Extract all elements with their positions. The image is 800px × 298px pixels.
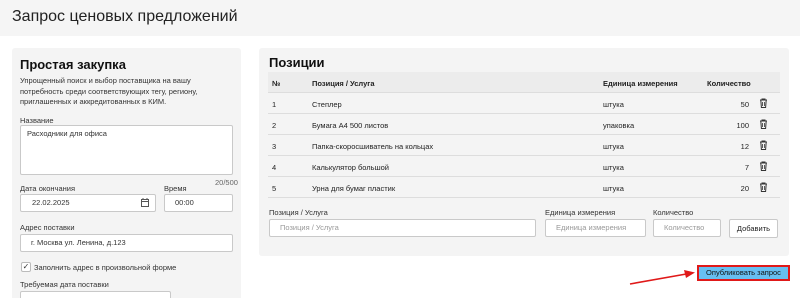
trash-icon[interactable]	[759, 98, 769, 109]
col-unit: Единица измерения	[603, 79, 678, 88]
table-row: 3 Папка-скоросшиватель на кольцах штука …	[268, 135, 780, 156]
add-qty-placeholder: Количество	[664, 223, 705, 232]
publish-request-button[interactable]: Опубликовать запрос	[697, 265, 790, 281]
page-header: Запрос ценовых предложений	[0, 0, 800, 36]
row-item: Калькулятор большой	[312, 163, 389, 172]
row-item: Бумага А4 500 листов	[312, 121, 389, 130]
row-num: 1	[272, 100, 277, 109]
free-address-label: Заполнить адрес в произвольной форме	[34, 263, 177, 272]
table-row: 2 Бумага А4 500 листов упаковка 100	[268, 114, 780, 135]
add-item-label: Позиция / Услуга	[269, 208, 328, 217]
row-item: Степлер	[312, 100, 342, 109]
table-header: № Позиция / Услуга Единица измерения Кол…	[268, 72, 780, 93]
add-qty-label: Количество	[653, 208, 694, 217]
end-date-value: 22.02.2025	[32, 198, 70, 207]
row-qty: 7	[744, 163, 749, 172]
time-label: Время	[164, 184, 187, 193]
row-qty: 20	[740, 184, 749, 193]
add-unit-placeholder: Единица измерения	[556, 223, 627, 232]
row-item: Папка-скоросшиватель на кольцах	[312, 142, 434, 151]
end-date-label: Дата окончания	[20, 184, 76, 193]
col-num: №	[272, 79, 281, 88]
trash-icon[interactable]	[759, 161, 769, 172]
row-num: 4	[272, 163, 277, 172]
row-unit: штука	[603, 100, 624, 109]
row-qty: 100	[736, 121, 749, 130]
name-textarea[interactable]: Расходники для офиса	[20, 125, 233, 175]
panel-title: Простая закупка	[20, 57, 126, 72]
name-counter: 20/500	[215, 178, 238, 187]
add-unit-label: Единица измерения	[545, 208, 616, 217]
row-num: 3	[272, 142, 277, 151]
name-label: Название	[20, 116, 54, 125]
simple-purchase-panel: Простая закупка Упрощенный поиск и выбор…	[12, 48, 241, 298]
add-button[interactable]: Добавить	[729, 219, 778, 238]
arrow-icon	[629, 270, 695, 285]
row-qty: 12	[740, 142, 749, 151]
row-unit: штука	[603, 142, 624, 151]
time-input[interactable]: 00:00	[164, 194, 233, 212]
table-row: 1 Степлер штука 50	[268, 93, 780, 114]
end-date-input[interactable]: 22.02.2025	[20, 194, 156, 212]
calendar-icon[interactable]	[141, 198, 149, 209]
add-qty-input[interactable]: Количество	[653, 219, 721, 237]
add-unit-input[interactable]: Единица измерения	[545, 219, 646, 237]
address-label: Адрес поставки	[20, 223, 75, 232]
check-icon: ✓	[22, 262, 30, 271]
col-item: Позиция / Услуга	[312, 79, 375, 88]
required-delivery-input[interactable]	[20, 291, 171, 298]
page-title: Запрос ценовых предложений	[12, 8, 238, 25]
row-unit: штука	[603, 184, 624, 193]
panel-description: Упрощенный поиск и выбор поставщика на в…	[20, 76, 198, 106]
required-delivery-label: Требуемая дата поставки	[20, 280, 109, 289]
table-row: 4 Калькулятор большой штука 7	[268, 156, 780, 177]
row-item: Урна для бумаг пластик	[312, 184, 396, 193]
row-unit: упаковка	[603, 121, 635, 130]
address-input[interactable]: г. Москва ул. Ленина, д.123	[20, 234, 233, 252]
positions-title: Позиции	[269, 55, 325, 70]
add-item-input[interactable]: Позиция / Услуга	[269, 219, 536, 237]
row-num: 5	[272, 184, 277, 193]
trash-icon[interactable]	[759, 119, 769, 130]
trash-icon[interactable]	[759, 140, 769, 151]
free-address-checkbox[interactable]: ✓	[21, 262, 31, 272]
trash-icon[interactable]	[759, 182, 769, 193]
row-unit: штука	[603, 163, 624, 172]
row-qty: 50	[740, 100, 749, 109]
col-qty: Количество	[707, 79, 751, 88]
table-row: 5 Урна для бумаг пластик штука 20	[268, 177, 780, 198]
add-item-placeholder: Позиция / Услуга	[280, 223, 339, 232]
row-num: 2	[272, 121, 277, 130]
